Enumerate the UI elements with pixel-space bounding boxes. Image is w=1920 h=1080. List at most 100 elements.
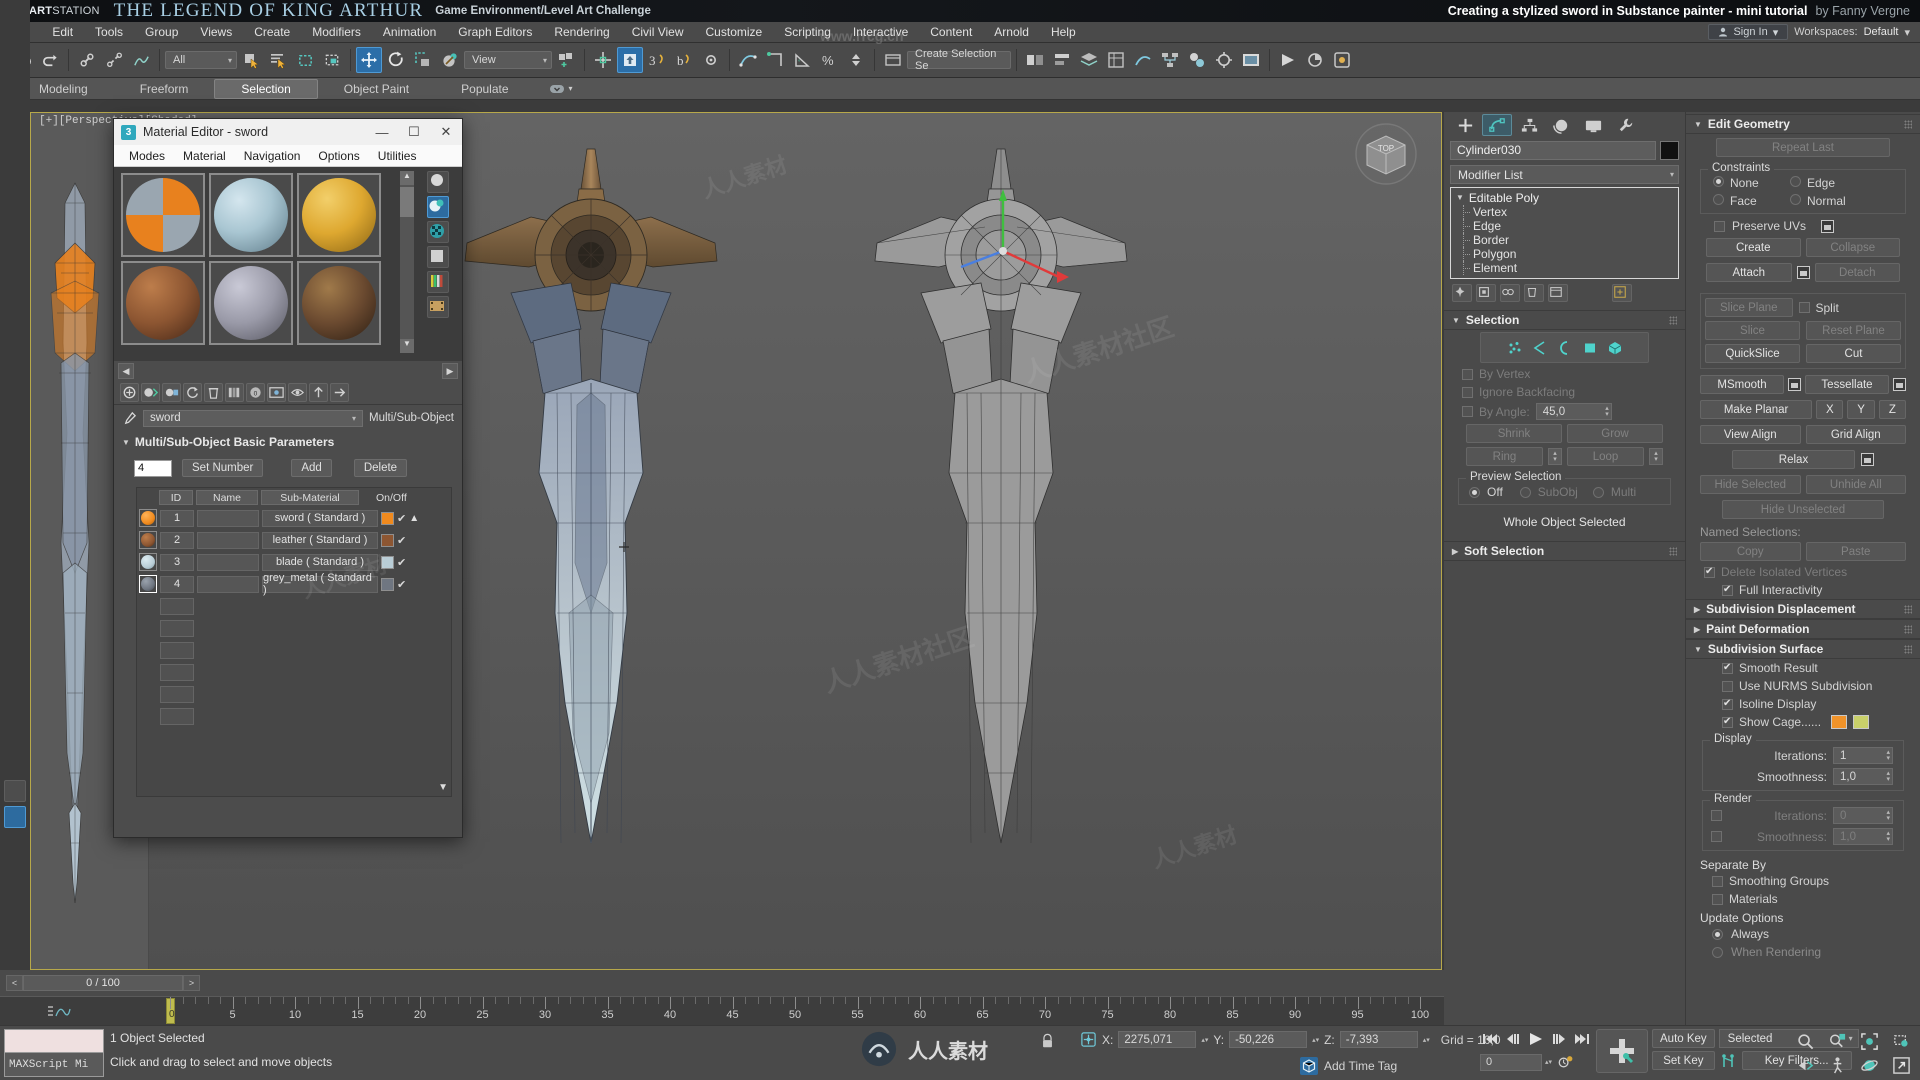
sign-in-button[interactable]: Sign In ▾ bbox=[1708, 24, 1789, 40]
selection-filter-dropdown[interactable]: All ▾ bbox=[165, 51, 237, 69]
put-material-to-scene-icon[interactable] bbox=[141, 383, 160, 402]
render-frame-window-icon[interactable] bbox=[1238, 47, 1264, 73]
select-and-scale-icon[interactable] bbox=[410, 47, 436, 73]
mat-menu-modes[interactable]: Modes bbox=[120, 147, 174, 165]
smoothing-groups-checkbox[interactable] bbox=[1712, 875, 1723, 887]
render-iterations-spinner[interactable]: 0 ▴ ▾ bbox=[1833, 807, 1893, 824]
add-submaterial-button[interactable]: Add bbox=[291, 459, 332, 477]
configure-sets-icon[interactable] bbox=[1548, 284, 1568, 302]
spinner-arrows-icon[interactable]: ▴▾ bbox=[1886, 749, 1890, 762]
select-link-icon[interactable] bbox=[74, 47, 100, 73]
isoline-display-row[interactable]: Isoline Display bbox=[1686, 695, 1920, 713]
sample-type-sphere-icon[interactable] bbox=[427, 171, 449, 193]
auto-key-button[interactable]: Auto Key bbox=[1652, 1029, 1715, 1048]
split-checkbox[interactable] bbox=[1798, 302, 1810, 313]
align-icon[interactable] bbox=[590, 47, 616, 73]
row-color-chip[interactable] bbox=[381, 555, 394, 569]
make-planar-button[interactable]: Make Planar bbox=[1700, 400, 1813, 419]
row-on-off-checkbox[interactable]: ✔ bbox=[397, 534, 406, 547]
workspaces-control[interactable]: Workspaces: Default ▾ bbox=[1794, 26, 1910, 39]
grid-align-button[interactable]: Grid Align bbox=[1805, 425, 1906, 444]
select-object-icon[interactable] bbox=[238, 47, 264, 73]
modifier-stack[interactable]: ▼ Editable Poly Vertex Edge Border Polyg… bbox=[1450, 187, 1679, 279]
reference-coordinate-dropdown[interactable]: View ▾ bbox=[464, 51, 552, 69]
row-on-off-checkbox[interactable]: ✔ bbox=[397, 578, 406, 591]
stack-sublevel-polygon[interactable]: Polygon bbox=[1456, 247, 1673, 261]
show-cage-checkbox[interactable] bbox=[1722, 716, 1733, 728]
angle-snap-icon[interactable]: ° bbox=[789, 47, 815, 73]
motion-tab-icon[interactable] bbox=[1546, 114, 1576, 136]
object-name-input[interactable]: Cylinder030 bbox=[1450, 140, 1656, 160]
delete-isolated-checkbox[interactable] bbox=[1704, 566, 1715, 578]
mirror-objects-icon[interactable] bbox=[1022, 47, 1048, 73]
paste-button[interactable]: Paste bbox=[1805, 542, 1906, 561]
minimize-icon[interactable]: — bbox=[366, 119, 398, 145]
material-slot-2[interactable] bbox=[209, 173, 293, 257]
paint-deformation-header[interactable]: ▶ Paint Deformation bbox=[1686, 619, 1920, 639]
mat-menu-navigation[interactable]: Navigation bbox=[235, 147, 310, 165]
row-color-chip[interactable] bbox=[381, 577, 394, 591]
close-icon[interactable]: ✕ bbox=[430, 119, 462, 145]
curve-editor-icon[interactable] bbox=[735, 47, 761, 73]
create-tab-icon[interactable] bbox=[1450, 114, 1480, 136]
polygon-subobject-icon[interactable] bbox=[1577, 337, 1602, 358]
row-sub-material[interactable]: sword ( Standard ) bbox=[262, 509, 378, 527]
row-color-chip[interactable] bbox=[381, 533, 394, 547]
by-angle-spinner[interactable]: 45,0 ▴ ▾ bbox=[1535, 403, 1612, 420]
reset-plane-button[interactable]: Reset Plane bbox=[1806, 321, 1901, 340]
material-type-button[interactable]: Multi/Sub-Object bbox=[369, 412, 454, 424]
smoothing-groups-row[interactable]: Smoothing Groups bbox=[1686, 872, 1920, 890]
menu-civil-view[interactable]: Civil View bbox=[621, 23, 695, 41]
menu-modifiers[interactable]: Modifiers bbox=[301, 23, 372, 41]
material-slot-6[interactable] bbox=[297, 261, 381, 345]
maximize-viewport-toggle-icon[interactable] bbox=[1886, 1054, 1916, 1076]
hide-unselected-button[interactable]: Hide Unselected bbox=[1722, 500, 1884, 519]
spinner-arrows-icon[interactable]: ▴▾ bbox=[1886, 770, 1890, 783]
loop-spinner[interactable]: ▴ ▾ bbox=[1649, 448, 1663, 465]
utilities-tab-icon[interactable] bbox=[1610, 114, 1640, 136]
preview-multi-radio[interactable] bbox=[1592, 486, 1604, 498]
menu-content[interactable]: Content bbox=[919, 23, 983, 41]
table-row[interactable]: 3 blade ( Standard ) ✔ bbox=[137, 551, 451, 573]
menu-interactive[interactable]: Interactive bbox=[842, 23, 919, 41]
subdivision-surface-header[interactable]: ▼ Subdivision Surface bbox=[1686, 639, 1920, 659]
delete-submaterial-button[interactable]: Delete bbox=[353, 459, 408, 477]
maxscript-prompt[interactable]: MAXScript Mi bbox=[5, 1052, 103, 1076]
curve-editor-open-icon[interactable] bbox=[1130, 47, 1156, 73]
render-iterations-checkbox[interactable] bbox=[1711, 810, 1722, 821]
zoom-icon[interactable] bbox=[1790, 1030, 1820, 1052]
cage-color-swatch-2[interactable] bbox=[1853, 715, 1870, 729]
row-color-chip[interactable] bbox=[381, 511, 394, 525]
mirror-icon[interactable]: 3 bbox=[644, 47, 670, 73]
hide-selected-button[interactable]: Hide Selected bbox=[1700, 475, 1801, 494]
detach-button[interactable]: Detach bbox=[1814, 263, 1900, 282]
timeline-ruler[interactable]: 0 5 10 15 20 25 30 35 40 45 50 55 60 65 70 75 80 85 90 95 1… bbox=[0, 996, 1444, 1025]
row-swatch[interactable] bbox=[139, 553, 157, 571]
material-effects-channel-icon[interactable]: 0 bbox=[246, 383, 265, 402]
stack-sublevel-vertex[interactable]: Vertex bbox=[1456, 205, 1673, 219]
make-planar-y-button[interactable]: Y bbox=[1847, 400, 1875, 419]
delete-isolated-row[interactable]: Delete Isolated Vertices bbox=[1686, 563, 1920, 581]
next-frame-button[interactable]: > bbox=[183, 975, 200, 991]
preserve-uvs-checkbox[interactable] bbox=[1714, 220, 1725, 232]
row-swatch[interactable] bbox=[139, 531, 157, 549]
bind-to-space-warp-icon[interactable] bbox=[128, 47, 154, 73]
row-sub-material[interactable]: blade ( Standard ) bbox=[262, 553, 378, 571]
row-swatch[interactable] bbox=[139, 575, 157, 593]
table-row[interactable]: 2 leather ( Standard ) ✔ bbox=[137, 529, 451, 551]
selection-rollout-header[interactable]: ▼ Selection bbox=[1444, 310, 1685, 330]
scroll-up-icon[interactable]: ▲ bbox=[409, 513, 419, 524]
subdivision-displacement-header[interactable]: ▶ Subdivision Displacement bbox=[1686, 599, 1920, 619]
element-subobject-icon[interactable] bbox=[1602, 337, 1627, 358]
menu-edit[interactable]: Edit bbox=[41, 23, 84, 41]
stack-item-editable-poly[interactable]: ▼ Editable Poly bbox=[1456, 191, 1673, 205]
show-in-viewport-icon[interactable] bbox=[267, 383, 286, 402]
spinner-snap-icon[interactable] bbox=[843, 47, 869, 73]
material-editor-icon[interactable] bbox=[1184, 47, 1210, 73]
row-sub-material[interactable]: leather ( Standard ) bbox=[262, 531, 378, 549]
stack-sublevel-border[interactable]: Border bbox=[1456, 233, 1673, 247]
full-interactivity-checkbox[interactable] bbox=[1722, 584, 1733, 596]
tessellate-button[interactable]: Tessellate bbox=[1805, 375, 1889, 394]
by-angle-row[interactable]: By Angle: 45,0 ▴ ▾ bbox=[1444, 401, 1685, 422]
attach-button[interactable]: Attach bbox=[1706, 263, 1792, 282]
